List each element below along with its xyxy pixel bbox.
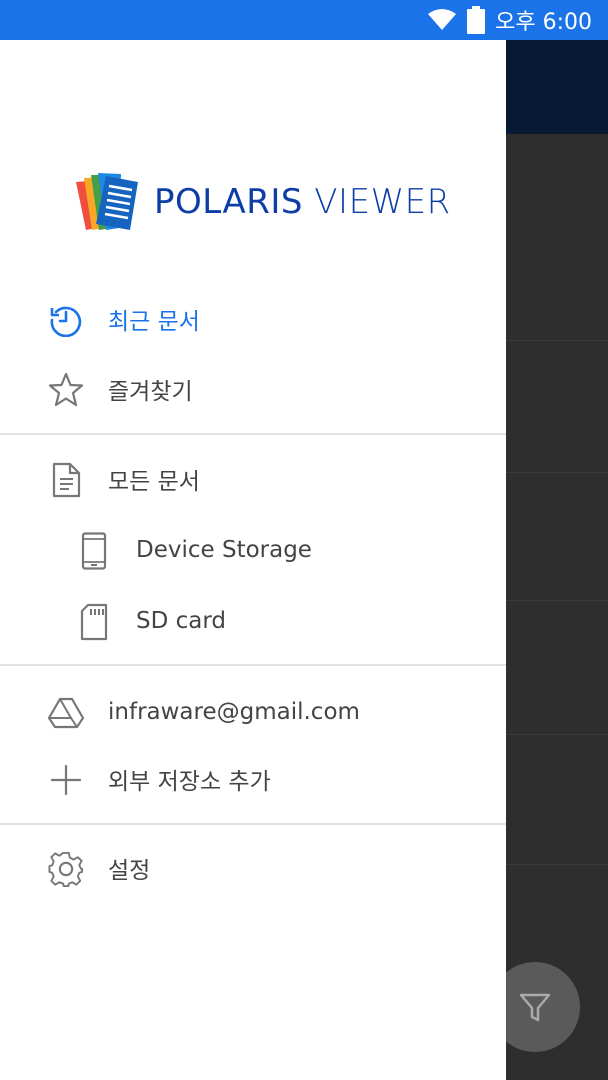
- menu-item-settings[interactable]: 설정: [0, 838, 506, 898]
- star-icon: [48, 372, 84, 408]
- menu-divider: [0, 664, 506, 666]
- menu-item-label: 모든 문서: [108, 469, 200, 495]
- menu-item-recent-documents[interactable]: 최근 문서: [0, 289, 506, 349]
- menu-item-label: 설정: [108, 858, 151, 884]
- menu-item-label: infraware@gmail.com: [108, 699, 360, 725]
- menu-item-favorites[interactable]: 즐겨찾기: [0, 359, 506, 419]
- logo-brand-text: POLARIS: [154, 182, 303, 222]
- menu-item-label: 최근 문서: [108, 309, 200, 335]
- menu-item-label: Device Storage: [136, 537, 312, 563]
- status-bar: 오후 6:00: [0, 0, 608, 40]
- menu-item-label: 외부 저장소 추가: [108, 769, 271, 795]
- menu-item-label: SD card: [136, 608, 227, 634]
- polaris-viewer-logo: POLARIS VIEWER: [74, 172, 451, 232]
- list-divider: [506, 864, 608, 865]
- menu-item-sd-card[interactable]: SD card: [0, 591, 506, 651]
- menu-item-add-external-storage[interactable]: 외부 저장소 추가: [0, 749, 506, 809]
- polaris-logo-icon: [76, 173, 138, 230]
- plus-icon: [48, 762, 84, 798]
- menu-divider: [0, 433, 506, 435]
- logo-product-text: VIEWER: [314, 182, 451, 222]
- list-divider: [506, 600, 608, 601]
- battery-icon: [467, 6, 486, 34]
- menu-divider: [0, 823, 506, 825]
- list-divider: [506, 472, 608, 473]
- google-drive-icon: [48, 695, 84, 731]
- filter-icon: [519, 993, 551, 1022]
- phone-icon: [76, 532, 112, 570]
- menu-item-label: 즐겨찾기: [108, 379, 193, 405]
- sd-card-icon: [76, 603, 112, 641]
- menu-item-all-documents[interactable]: 모든 문서: [0, 449, 506, 509]
- gear-icon: [48, 851, 84, 887]
- navigation-drawer: POLARIS VIEWER 최근 문서 즐겨찾기 모든 문서 Device S…: [0, 40, 506, 1080]
- menu-item-google-drive-account[interactable]: infraware@gmail.com: [0, 682, 506, 742]
- status-time: 오후 6:00: [495, 10, 592, 35]
- list-divider: [506, 734, 608, 735]
- wifi-icon: [428, 9, 457, 30]
- list-divider: [506, 340, 608, 341]
- history-icon: [48, 302, 84, 338]
- document-icon: [48, 462, 84, 498]
- menu-item-device-storage[interactable]: Device Storage: [0, 520, 506, 580]
